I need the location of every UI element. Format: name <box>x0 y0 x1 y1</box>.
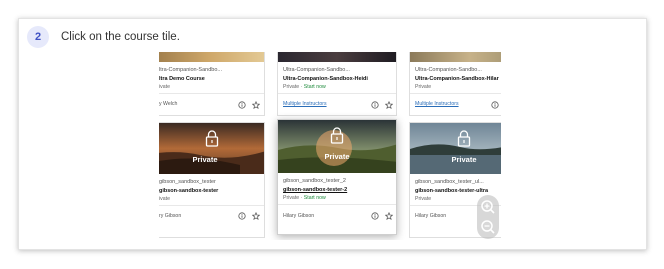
info-icon[interactable] <box>238 212 246 220</box>
zoom-out-icon[interactable] <box>479 218 497 236</box>
star-icon[interactable] <box>385 101 393 109</box>
instruction-text: Click on the course tile. <box>61 31 180 43</box>
zoom-in-icon[interactable] <box>479 198 497 216</box>
lock-icon <box>330 127 344 144</box>
course-tile-gibson-tester-2[interactable]: Private gibson_sandbox_tester_2 gibson-s… <box>277 119 397 235</box>
course-title: Ultra-Companion-Sandbox-Heidi <box>283 76 368 82</box>
info-icon[interactable] <box>491 101 499 109</box>
divider <box>410 93 501 94</box>
private-overlay-label: Private <box>324 152 350 161</box>
divider <box>278 204 396 205</box>
course-id: Ultra-Companion-Sandbo... <box>283 67 350 73</box>
start-now-label: Start now <box>303 84 326 90</box>
course-instructor: Hilary Gibson <box>283 213 315 219</box>
course-privacy: ivate <box>159 84 170 90</box>
step-number-badge: 2 <box>27 26 49 48</box>
course-id: gibson_sandbox_tester_2 <box>283 178 346 184</box>
course-title[interactable]: gibson-sandbox-tester-2 <box>283 187 347 193</box>
course-privacy: Private <box>283 84 300 90</box>
course-title: ltra Demo Course <box>159 76 205 82</box>
multiple-instructors-link[interactable]: Multiple Instructors <box>283 101 327 107</box>
course-privacy: Private <box>415 196 432 202</box>
course-image <box>410 52 501 62</box>
course-privacy: Private <box>415 84 432 90</box>
course-image <box>410 123 501 174</box>
lake-image <box>410 123 501 174</box>
lock-icon <box>457 130 471 147</box>
instruction-row: 2 Click on the course tile. <box>27 25 180 49</box>
course-privacy: ivate <box>159 196 170 202</box>
star-icon[interactable] <box>385 212 393 220</box>
private-overlay-label: Private <box>451 155 477 164</box>
course-tile-gibson-tester[interactable]: Private gibson_sandbox_tester gibson-san… <box>159 122 265 238</box>
course-id: ltra-Companion-Sandbo... <box>159 67 222 73</box>
info-icon[interactable] <box>371 101 379 109</box>
course-grid-screenshot: ltra-Companion-Sandbo... ltra Demo Cours… <box>159 52 501 240</box>
start-now-label: Start now <box>303 195 326 201</box>
private-overlay-label: Private <box>192 155 218 164</box>
course-title: gibson-sandbox-tester-ultra <box>415 188 489 194</box>
divider <box>159 205 264 206</box>
zoom-controls <box>477 195 499 239</box>
course-status: Private · Start now <box>283 84 326 90</box>
course-instructor: Hilary Gibson <box>415 213 447 219</box>
course-title: Ultra-Companion-Sandbox-Hilar <box>415 76 499 82</box>
course-image <box>278 52 396 62</box>
star-icon[interactable] <box>252 212 260 220</box>
star-icon[interactable] <box>252 101 260 109</box>
course-title: gibson-sandbox-tester <box>159 188 219 194</box>
course-id: gibson_sandbox_tester <box>159 179 216 185</box>
info-icon[interactable] <box>238 101 246 109</box>
divider <box>159 93 264 94</box>
lock-icon <box>205 130 219 147</box>
separator-dot: · <box>300 195 303 201</box>
course-instructor: ry Gibson <box>159 213 182 219</box>
course-image <box>159 52 264 62</box>
course-id: gibson_sandbox_tester_ul... <box>415 179 484 185</box>
course-id: Ultra-Companion-Sandbo... <box>415 67 482 73</box>
course-status: Private · Start now <box>283 195 326 201</box>
info-icon[interactable] <box>371 212 379 220</box>
course-tile-ultra-demo[interactable]: ltra-Companion-Sandbo... ltra Demo Cours… <box>159 52 265 116</box>
course-tile-heidi[interactable]: Ultra-Companion-Sandbo... Ultra-Companio… <box>277 52 397 116</box>
course-tile-hilary[interactable]: Ultra-Companion-Sandbo... Ultra-Companio… <box>409 52 501 116</box>
course-privacy: Private <box>283 195 300 201</box>
separator-dot: · <box>300 84 303 90</box>
divider <box>278 93 396 94</box>
course-instructor: y Welch <box>159 101 178 107</box>
tutorial-frame: 2 Click on the course tile. ltra-Compani… <box>18 18 647 250</box>
multiple-instructors-link[interactable]: Multiple Instructors <box>415 101 459 107</box>
